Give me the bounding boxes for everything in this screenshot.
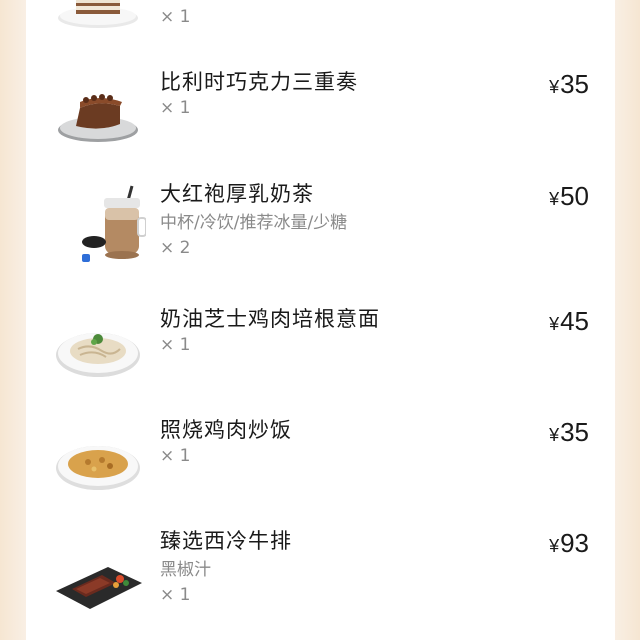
item-price: ¥50 bbox=[549, 181, 589, 212]
currency-symbol: ¥ bbox=[549, 536, 560, 556]
item-price: ¥93 bbox=[549, 528, 589, 559]
item-price: ¥35 bbox=[549, 69, 589, 100]
currency-symbol: ¥ bbox=[549, 314, 560, 334]
price-value: 50 bbox=[560, 181, 589, 211]
sirloin-steak-image bbox=[56, 567, 142, 609]
item-quantity: × 1 bbox=[160, 7, 191, 27]
item-name: 臻选西冷牛排 bbox=[160, 529, 292, 553]
item-quantity: × 1 bbox=[160, 98, 191, 118]
price-value: 45 bbox=[560, 306, 589, 336]
chocolate-cake-image bbox=[58, 94, 138, 142]
item-price: ¥29 bbox=[549, 0, 589, 5]
teriyaki-fried-rice-image bbox=[56, 446, 140, 490]
item-quantity: × 1 bbox=[160, 446, 191, 466]
item-spec: 黑椒汁 bbox=[160, 560, 211, 580]
item-quantity: × 1 bbox=[160, 335, 191, 355]
price-value: 93 bbox=[560, 528, 589, 558]
milk-tea-image bbox=[82, 185, 146, 262]
item-price: ¥45 bbox=[549, 306, 589, 337]
item-quantity: × 2 bbox=[160, 238, 191, 258]
item-quantity: × 1 bbox=[160, 585, 191, 605]
item-spec: 中杯/冷饮/推荐冰量/少糖 bbox=[160, 213, 348, 233]
currency-symbol: ¥ bbox=[549, 77, 560, 97]
item-price: ¥35 bbox=[549, 417, 589, 448]
carbonara-pasta-image bbox=[56, 333, 140, 377]
price-value: 35 bbox=[560, 69, 589, 99]
item-name: 奶油芝士鸡肉培根意面 bbox=[160, 307, 380, 331]
item-name: 照烧鸡肉炒饭 bbox=[160, 418, 292, 442]
item-name: 比利时巧克力三重奏 bbox=[160, 70, 358, 94]
currency-symbol: ¥ bbox=[549, 425, 560, 445]
price-value: 35 bbox=[560, 417, 589, 447]
item-name: 大红袍厚乳奶茶 bbox=[160, 182, 314, 206]
price-value: 29 bbox=[560, 0, 589, 4]
order-items-card: × 1 ¥29 比利时巧克力三重奏 × 1 ¥35 bbox=[26, 0, 615, 640]
currency-symbol: ¥ bbox=[549, 0, 559, 2]
tiramisu-cake-image bbox=[58, 0, 138, 28]
currency-symbol: ¥ bbox=[549, 189, 560, 209]
